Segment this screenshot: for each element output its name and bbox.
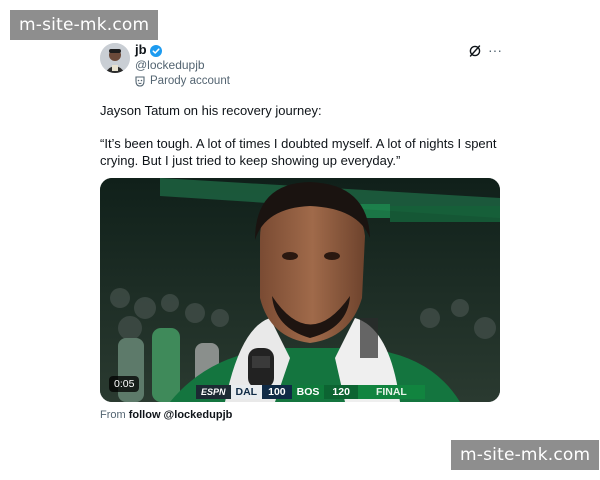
avatar[interactable] [100, 43, 130, 73]
watermark-bottom: m-site-mk.com [451, 440, 600, 470]
display-name[interactable]: jb [135, 42, 147, 57]
video-frame [100, 178, 500, 402]
tweet-text-line-1: Jayson Tatum on his recovery journey: [100, 103, 322, 118]
video-player[interactable]: 0:05 ESPN DAL 100 BOS 120 FINAL [100, 178, 500, 402]
parody-label-text: Parody account [150, 75, 230, 87]
name-row: jb [135, 42, 162, 57]
parody-mask-icon [135, 75, 145, 87]
tweet-card[interactable]: jb @lockedupjb Parody account ··· Jayson… [100, 40, 502, 421]
tweet-text-line-2: “It’s been tough. A lot of times I doubt… [100, 136, 497, 168]
attribution-prefix: From [100, 409, 126, 421]
scoreboard-score2: 120 [324, 385, 358, 399]
scoreboard-status: FINAL [357, 385, 425, 399]
watermark-top: m-site-mk.com [10, 10, 159, 40]
grok-icon[interactable] [468, 44, 482, 58]
more-options-icon[interactable]: ··· [488, 40, 502, 60]
attribution-link[interactable]: follow @lockedupjb [129, 409, 233, 421]
author-handle[interactable]: @lockedupjb [135, 58, 205, 72]
tweet-header: jb @lockedupjb Parody account ··· [100, 40, 502, 92]
tweet-text: Jayson Tatum on his recovery journey: “I… [100, 102, 500, 169]
parody-label: Parody account [135, 75, 230, 87]
scoreboard-team1: DAL [230, 385, 263, 399]
verified-badge-icon [149, 44, 162, 57]
video-duration: 0:05 [109, 376, 140, 392]
scoreboard-score1: 100 [262, 385, 292, 399]
scoreboard-network: ESPN [196, 385, 231, 399]
scoreboard: ESPN DAL 100 BOS 120 FINAL [196, 385, 425, 399]
scoreboard-team2: BOS [291, 385, 325, 399]
media-attribution: From follow @lockedupjb [100, 409, 232, 421]
